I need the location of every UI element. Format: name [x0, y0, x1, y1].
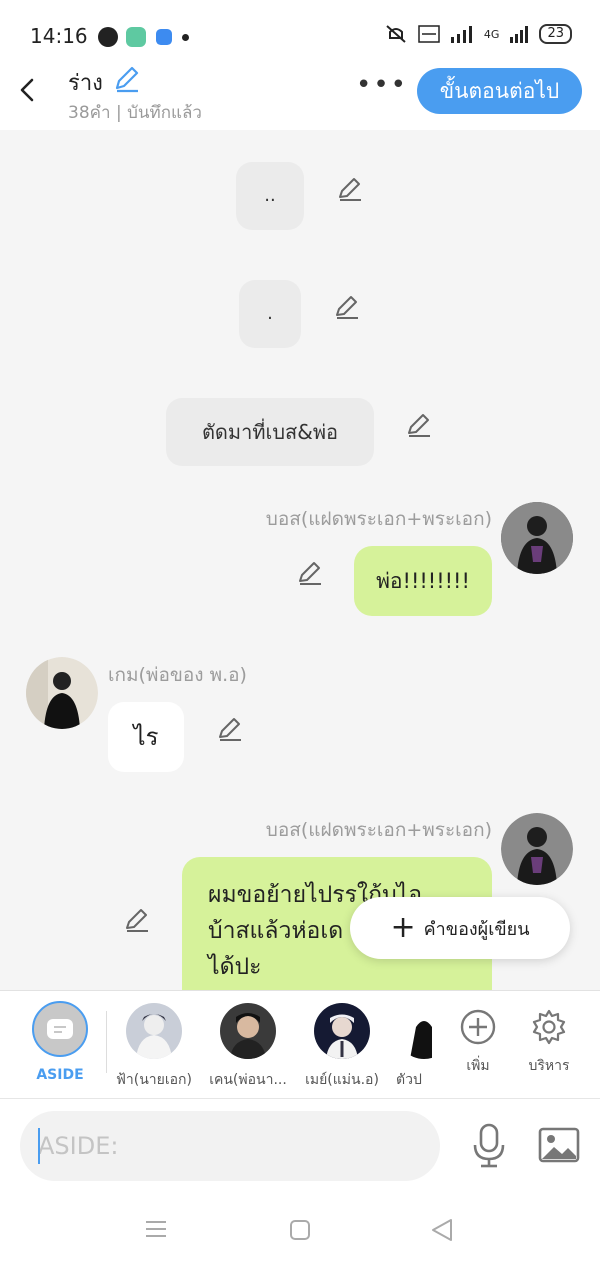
avatar-figure-icon — [396, 1003, 432, 1059]
blue-app-icon — [156, 29, 172, 45]
aside-character[interactable]: ASIDE — [30, 1001, 90, 1083]
edit-message-icon[interactable] — [296, 559, 324, 587]
character-item[interactable]: เคน(พ่อนา... — [206, 1003, 290, 1091]
character-name: เมย์(แม่น.อ) — [305, 1072, 379, 1088]
manage-characters-button[interactable]: บริหาร — [518, 1003, 580, 1077]
status-right: 4G 23 — [384, 24, 572, 44]
microphone-icon[interactable] — [470, 1123, 508, 1169]
character-avatar — [220, 1003, 276, 1059]
character-name: เคน(พ่อนา... — [209, 1072, 287, 1088]
sender-avatar[interactable] — [501, 813, 573, 885]
edit-title-icon[interactable] — [112, 65, 140, 93]
character-avatar — [314, 1003, 370, 1059]
network-type: 4G — [483, 27, 500, 41]
avatar-figure-icon — [220, 1003, 276, 1059]
character-item[interactable]: ฟ้า(นายเอก) — [112, 1003, 196, 1091]
avatar-figure-icon — [501, 813, 573, 885]
avatar-figure-icon — [501, 502, 573, 574]
home-icon[interactable] — [289, 1219, 311, 1241]
top-app-bar: ร่าง 38คำ | บันทึกแล้ว ••• ขั้นตอนต่อไป — [0, 55, 600, 130]
signal-icon-2 — [510, 26, 529, 43]
sender-name: บอส(แฝดพระเอก+พระเอก) — [265, 819, 492, 841]
character-item[interactable]: ตัวป — [396, 1003, 432, 1091]
narration-text: ตัดมาที่เบส&พ่อ — [201, 420, 339, 444]
gear-icon — [532, 1009, 566, 1045]
next-step-button[interactable]: ขั้นตอนต่อไป — [417, 68, 582, 114]
chat-bubble-icon — [47, 1019, 73, 1039]
add-character-button[interactable]: เพิ่ม — [448, 1003, 508, 1077]
menu-icon[interactable] — [145, 1219, 167, 1239]
green-app-icon — [126, 27, 146, 47]
aside-avatar — [32, 1001, 88, 1057]
line-app-icon — [98, 27, 118, 47]
page-title: ร่าง — [68, 71, 103, 96]
edit-message-icon[interactable] — [336, 175, 364, 203]
sender-name: บอส(แฝดพระเอก+พระเอก) — [265, 508, 492, 530]
aside-label: ASIDE — [36, 1067, 84, 1083]
message-text: พ่อ!!!!!!!! — [376, 569, 470, 593]
sender-name: เกม(พ่อของ พ.อ) — [108, 664, 247, 686]
add-circle-icon — [460, 1009, 496, 1045]
character-item[interactable]: เมย์(แม่น.อ) — [300, 1003, 384, 1091]
message-text: ไร — [133, 723, 159, 751]
edit-message-icon[interactable] — [216, 715, 244, 743]
text-cursor — [38, 1128, 40, 1164]
narration-text: .. — [264, 185, 276, 206]
battery-indicator: 23 — [539, 24, 572, 44]
avatar-figure-icon — [314, 1003, 370, 1059]
edit-message-icon[interactable] — [333, 293, 361, 321]
character-avatar — [396, 1003, 432, 1059]
mute-icon — [386, 25, 406, 43]
volte-icon — [418, 25, 440, 43]
chat-area: .. . ตัดมาที่เบส&พ่อ บอส(แฝดพระเอก+พระเอ… — [0, 130, 600, 1017]
narration-bubble[interactable]: .. — [236, 162, 304, 230]
narration-text: . — [267, 303, 273, 324]
character-avatar — [126, 1003, 182, 1059]
plus-icon: + — [390, 910, 416, 945]
signal-icon — [450, 26, 472, 43]
more-options-button[interactable]: ••• — [356, 72, 408, 98]
character-name: ตัวป — [396, 1072, 422, 1088]
image-icon[interactable] — [538, 1127, 580, 1163]
message-input-bar — [0, 1098, 600, 1194]
manage-label: บริหาร — [528, 1058, 570, 1074]
word-count-status: 38คำ | บันทึกแล้ว — [68, 103, 202, 123]
narration-bubble[interactable]: ตัดมาที่เบส&พ่อ — [166, 398, 374, 466]
divider — [106, 1011, 107, 1073]
notification-dot-icon — [182, 33, 189, 41]
sender-avatar[interactable] — [26, 657, 98, 729]
narration-bubble[interactable]: . — [239, 280, 301, 348]
character-name: ฟ้า(นายเอก) — [115, 1072, 192, 1088]
back-arrow-icon[interactable] — [14, 75, 44, 105]
status-time: 14:16 — [30, 24, 88, 48]
author-note-label: คำของผู้เขียน — [423, 918, 530, 940]
status-app-icons — [98, 27, 189, 47]
add-label: เพิ่ม — [466, 1058, 490, 1074]
character-selector-bar: ASIDE ฟ้า(นายเอก) เคน(พ่อนา... เมย์(แม่น… — [0, 990, 600, 1099]
message-input[interactable] — [20, 1111, 440, 1181]
sender-avatar[interactable] — [501, 502, 573, 574]
avatar-figure-icon — [126, 1003, 182, 1059]
add-author-note-button[interactable]: + คำของผู้เขียน — [350, 897, 570, 959]
message-bubble[interactable]: พ่อ!!!!!!!! — [354, 546, 492, 616]
edit-message-icon[interactable] — [123, 906, 151, 934]
system-navigation-bar — [0, 1193, 600, 1267]
avatar-figure-icon — [26, 657, 98, 729]
message-bubble[interactable]: ไร — [108, 702, 184, 772]
back-nav-icon[interactable] — [431, 1218, 453, 1242]
edit-message-icon[interactable] — [405, 411, 433, 439]
